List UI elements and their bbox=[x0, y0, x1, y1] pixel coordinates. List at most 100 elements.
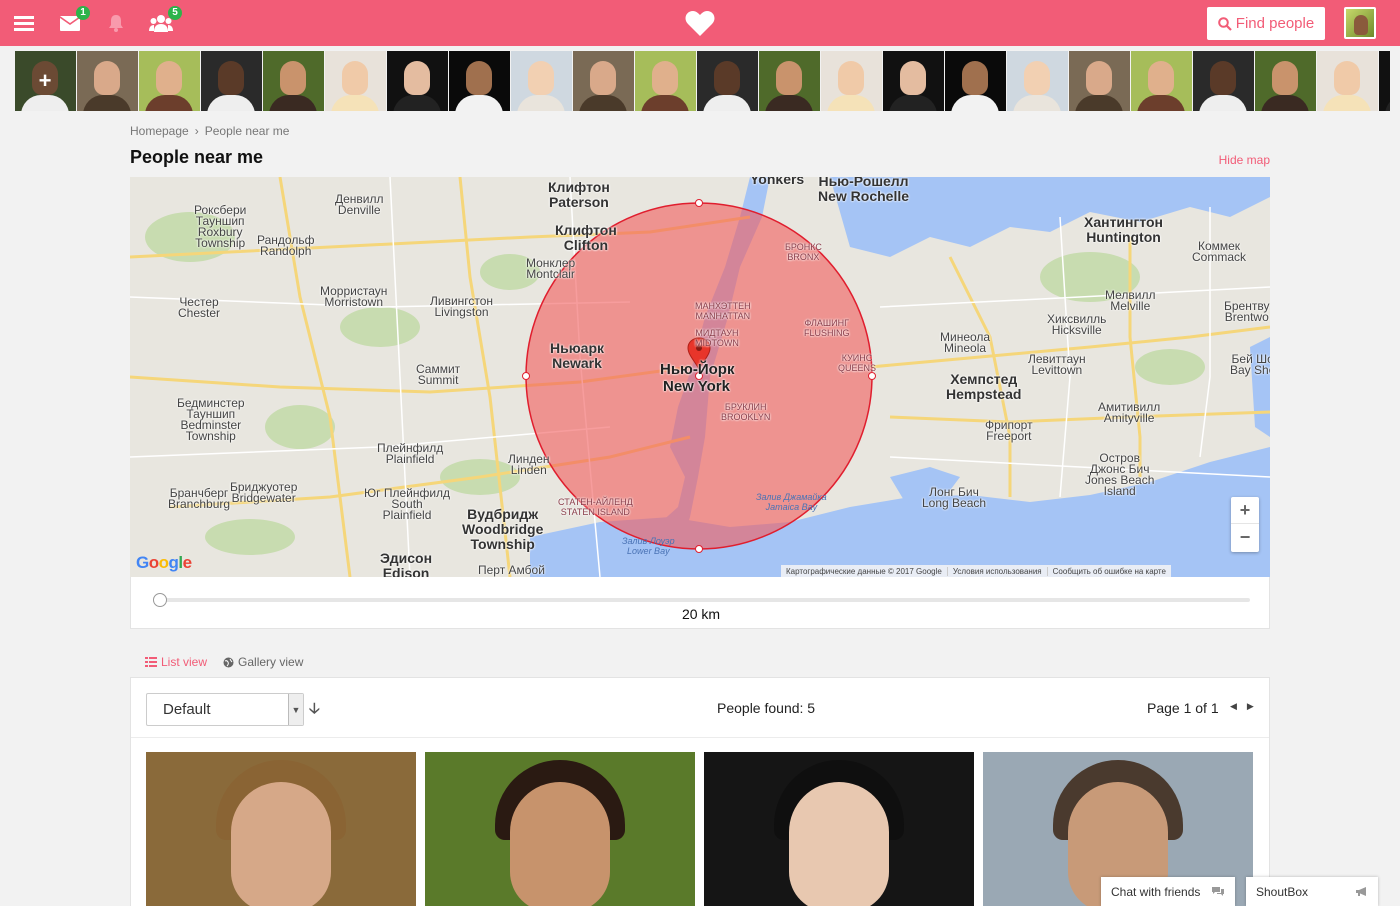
member-thumbnail[interactable] bbox=[1255, 51, 1316, 111]
prev-page-icon[interactable]: ◀ bbox=[1230, 701, 1237, 712]
map-terms-link[interactable]: Условия использования bbox=[948, 566, 1048, 576]
find-people-button[interactable]: Find people bbox=[1207, 7, 1325, 40]
thumbnail-body bbox=[517, 95, 565, 111]
list-view-tab[interactable]: List view bbox=[145, 655, 207, 669]
view-toggle: List view Gallery view bbox=[145, 655, 303, 669]
top-navbar: 1 5 Find people bbox=[0, 0, 1400, 46]
member-thumbnail[interactable] bbox=[263, 51, 324, 111]
map-label-livingston: Ливингстон Livingston bbox=[430, 294, 494, 319]
sort-direction-arrow-icon[interactable]: 🡣 bbox=[309, 698, 320, 723]
shoutbox-button[interactable]: ShoutBox bbox=[1246, 877, 1378, 906]
thumbnail-face bbox=[218, 61, 244, 95]
thumbnail-body bbox=[207, 95, 255, 111]
breadcrumb-separator: › bbox=[194, 124, 199, 138]
chevron-down-icon[interactable]: ▼ bbox=[288, 694, 303, 725]
pagination-arrows: ◀ ▶ bbox=[1230, 701, 1254, 712]
map-label-summit: Саммит Summit bbox=[416, 362, 461, 387]
member-thumbnail[interactable] bbox=[1007, 51, 1068, 111]
member-thumbnail[interactable] bbox=[1069, 51, 1130, 111]
map-label-commack: Коммек Commack bbox=[1192, 239, 1247, 264]
member-thumbnail[interactable] bbox=[449, 51, 510, 111]
find-people-label: Find people bbox=[1235, 15, 1315, 32]
radius-slider-card: 20 km bbox=[130, 577, 1270, 629]
user-avatar[interactable] bbox=[1344, 7, 1376, 39]
thumbnail-face bbox=[1210, 61, 1236, 95]
member-thumbnail[interactable] bbox=[759, 51, 820, 111]
member-thumbnail[interactable] bbox=[387, 51, 448, 111]
thumbnail-face bbox=[714, 61, 740, 95]
member-thumbnail[interactable] bbox=[325, 51, 386, 111]
map-attribution: Картографические данные © 2017 Google Ус… bbox=[781, 565, 1171, 577]
add-photo-icon[interactable]: + bbox=[15, 51, 75, 111]
radius-handle-right bbox=[868, 372, 876, 380]
map-label-lower-bay: Залив Лоуэр Lower Bay bbox=[622, 536, 675, 556]
thumbnail-body bbox=[951, 95, 999, 111]
chat-with-friends-button[interactable]: Chat with friends bbox=[1101, 877, 1235, 906]
list-icon bbox=[145, 657, 157, 667]
map-label-jones-beach: Остров Джонс Бич Jones Beach Island bbox=[1085, 451, 1155, 498]
notifications-bell-icon[interactable] bbox=[104, 0, 128, 46]
map-data-credit: Картографические данные © 2017 Google bbox=[781, 566, 948, 576]
next-page-icon[interactable]: ▶ bbox=[1247, 701, 1254, 712]
people-found-count: 5 bbox=[807, 700, 816, 716]
heart-logo-icon[interactable] bbox=[684, 0, 716, 46]
member-thumbnail[interactable] bbox=[821, 51, 882, 111]
chat-with-friends-label: Chat with friends bbox=[1111, 884, 1201, 899]
thumbnail-body bbox=[1137, 95, 1185, 111]
member-thumbnail[interactable] bbox=[1317, 51, 1378, 111]
map-label-melville: Мелвилл Melville bbox=[1105, 288, 1156, 313]
member-thumbnail[interactable] bbox=[77, 51, 138, 111]
chat-bubbles-icon bbox=[1212, 887, 1224, 896]
member-thumbnail[interactable] bbox=[511, 51, 572, 111]
radius-slider-handle[interactable] bbox=[153, 593, 167, 607]
map-label-roxbury: Роксбери Тауншип Roxbury Township bbox=[194, 203, 247, 250]
thumbnail-body bbox=[331, 95, 379, 111]
people-found-label: People found: bbox=[717, 700, 804, 716]
member-thumbnail[interactable] bbox=[945, 51, 1006, 111]
gallery-view-tab[interactable]: Gallery view bbox=[223, 655, 303, 669]
people-map[interactable]: Клифтон Paterson Yonkers Нью-Рошелл New … bbox=[130, 177, 1270, 577]
breadcrumb-current: People near me bbox=[204, 124, 290, 138]
member-thumbnail[interactable] bbox=[1193, 51, 1254, 111]
zoom-in-button[interactable]: + bbox=[1231, 497, 1259, 524]
map-label-south-plainfield: Юг Плейнфилд South Plainfield bbox=[364, 486, 451, 522]
hide-map-link[interactable]: Hide map bbox=[1219, 153, 1270, 167]
member-thumbnail[interactable] bbox=[201, 51, 262, 111]
page-title: People near me bbox=[130, 147, 264, 167]
member-thumbnail[interactable]: + bbox=[15, 51, 76, 111]
google-logo[interactable]: Google bbox=[136, 553, 192, 573]
member-thumbnail[interactable] bbox=[697, 51, 758, 111]
person-photo-face bbox=[789, 782, 889, 906]
map-label-morristown: Морристаун Morristown bbox=[320, 284, 388, 309]
thumbnail-face bbox=[962, 61, 988, 95]
thumbnail-face bbox=[404, 61, 430, 95]
thumbnail-face bbox=[838, 61, 864, 95]
member-thumbnail[interactable] bbox=[1131, 51, 1192, 111]
map-label-bronx: БРОНКС BRONX bbox=[785, 242, 822, 262]
person-card[interactable] bbox=[146, 752, 416, 906]
menu-icon[interactable] bbox=[12, 0, 36, 46]
map-report-error-link[interactable]: Сообщить об ошибке на карте bbox=[1048, 567, 1171, 576]
map-label-bridgewater: Бриджуотер Bridgewater bbox=[230, 480, 298, 505]
person-card[interactable] bbox=[704, 752, 974, 906]
globe-icon bbox=[223, 657, 234, 667]
zoom-out-button[interactable]: − bbox=[1231, 524, 1259, 551]
thumbnail-body bbox=[1199, 95, 1247, 111]
member-thumbnail[interactable] bbox=[1379, 51, 1390, 111]
thumbnail-face bbox=[1272, 61, 1298, 95]
radius-slider-track[interactable] bbox=[153, 598, 1250, 602]
person-card[interactable] bbox=[425, 752, 695, 906]
thumbnail-body bbox=[703, 95, 751, 111]
member-thumbnail[interactable] bbox=[139, 51, 200, 111]
member-thumbnail[interactable] bbox=[883, 51, 944, 111]
radius-handle-left bbox=[522, 372, 530, 380]
radius-value: 20 km bbox=[681, 606, 721, 622]
map-label-perth-amboy: Перт Амбой bbox=[478, 563, 545, 577]
thumbnail-face bbox=[1086, 61, 1112, 95]
map-label-linden: Линден Linden bbox=[508, 452, 550, 477]
member-thumbnail[interactable] bbox=[635, 51, 696, 111]
map-label-levittown: Левиттаун Levittown bbox=[1028, 352, 1086, 377]
sort-select[interactable]: Default ▼ bbox=[146, 693, 304, 726]
member-thumbnail[interactable] bbox=[573, 51, 634, 111]
breadcrumb-home-link[interactable]: Homepage bbox=[130, 124, 189, 138]
